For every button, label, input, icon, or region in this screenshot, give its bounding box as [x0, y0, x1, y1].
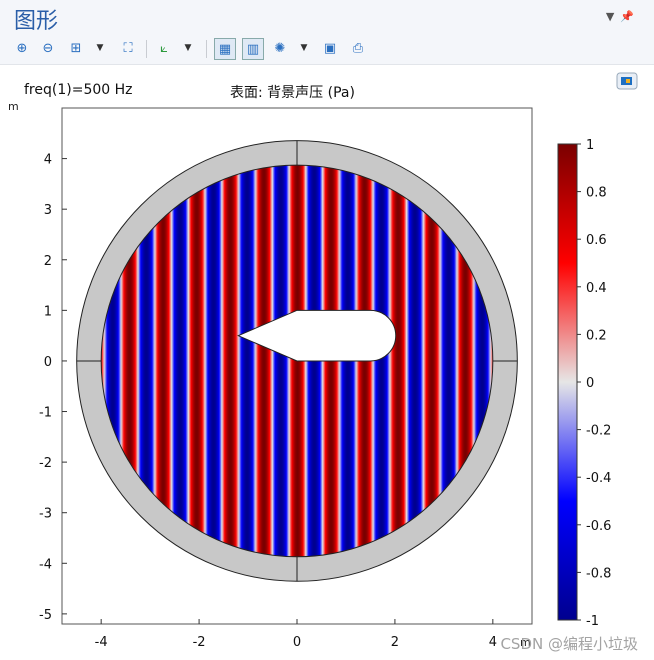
x-tick-label: 0: [293, 635, 301, 650]
surface-plot[interactable]: -4 -2 0 2 4 -5 -4 -3 -2 -1 0 1 2 3 4 1 0.8 0.6 0.4 0.2 0 -0.2…: [0, 64, 654, 660]
colorbar: [557, 143, 578, 621]
chevron-down-icon[interactable]: ▼: [294, 38, 314, 58]
axes-orientation-icon[interactable]: ⟀: [154, 38, 174, 58]
colorbar-tick-label: -0.2: [586, 424, 611, 439]
colorbar-tick-label: -0.4: [586, 471, 611, 486]
panel-header: 图形 ▼📌: [0, 0, 654, 34]
zoom-extents-icon[interactable]: ⛶: [118, 38, 138, 58]
graphics-toolbar: ⊕ ⊖ ⊞ ▼ ⛶ ⟀ ▼ ▦ ▥ ✺ ▼ ▣ ⎙: [0, 34, 654, 65]
x-tick-label: -4: [95, 635, 108, 650]
colorbar-tick-label: 1: [586, 138, 594, 153]
chevron-down-icon[interactable]: ▼: [178, 38, 198, 58]
menu-caret-icon[interactable]: ▼: [606, 10, 620, 23]
colorbar-tick-label: -0.6: [586, 519, 611, 534]
x-tick-label: 2: [391, 635, 399, 650]
scene-light-icon[interactable]: ✺: [270, 38, 290, 58]
zoom-box-icon[interactable]: ⊞: [66, 38, 86, 58]
y-tick-label: -2: [39, 456, 52, 471]
watermark: CSDN @编程小垃圾: [500, 635, 638, 653]
y-tick-label: -5: [39, 608, 52, 623]
y-tick-label: -3: [39, 507, 52, 522]
y-tick-label: -1: [39, 406, 52, 421]
colorbar-tick-label: 0.6: [586, 233, 607, 248]
y-tick-label: 2: [44, 254, 52, 269]
grid-icon[interactable]: ▦: [214, 38, 236, 60]
pin-icon[interactable]: 📌: [620, 10, 640, 23]
toolbar-divider: [206, 40, 207, 58]
colorbar-tick-label: 0.8: [586, 186, 607, 201]
print-icon[interactable]: ⎙: [348, 38, 368, 58]
camera-icon[interactable]: ▣: [320, 38, 340, 58]
y-tick-label: 0: [44, 355, 52, 370]
panel-title: 图形: [14, 9, 59, 34]
color-legend-icon[interactable]: ▥: [242, 38, 264, 60]
x-tick-label: 4: [489, 635, 497, 650]
y-tick-label: 4: [44, 153, 52, 168]
colorbar-tick-label: 0.2: [586, 328, 607, 343]
colorbar-tick-label: -0.8: [586, 566, 611, 581]
y-tick-label: 3: [44, 203, 52, 218]
colorbar-tick-label: 0.4: [586, 281, 607, 296]
panel-controls[interactable]: ▼📌: [606, 10, 640, 23]
chevron-down-icon[interactable]: ▼: [90, 38, 110, 58]
toolbar-divider: [146, 40, 147, 58]
y-tick-label: -4: [39, 557, 52, 572]
y-tick-label: 1: [44, 304, 52, 319]
x-tick-label: -2: [193, 635, 206, 650]
zoom-out-icon[interactable]: ⊖: [38, 38, 58, 58]
colorbar-tick-label: -1: [586, 614, 599, 629]
colorbar-tick-label: 0: [586, 376, 594, 391]
zoom-in-icon[interactable]: ⊕: [12, 38, 32, 58]
